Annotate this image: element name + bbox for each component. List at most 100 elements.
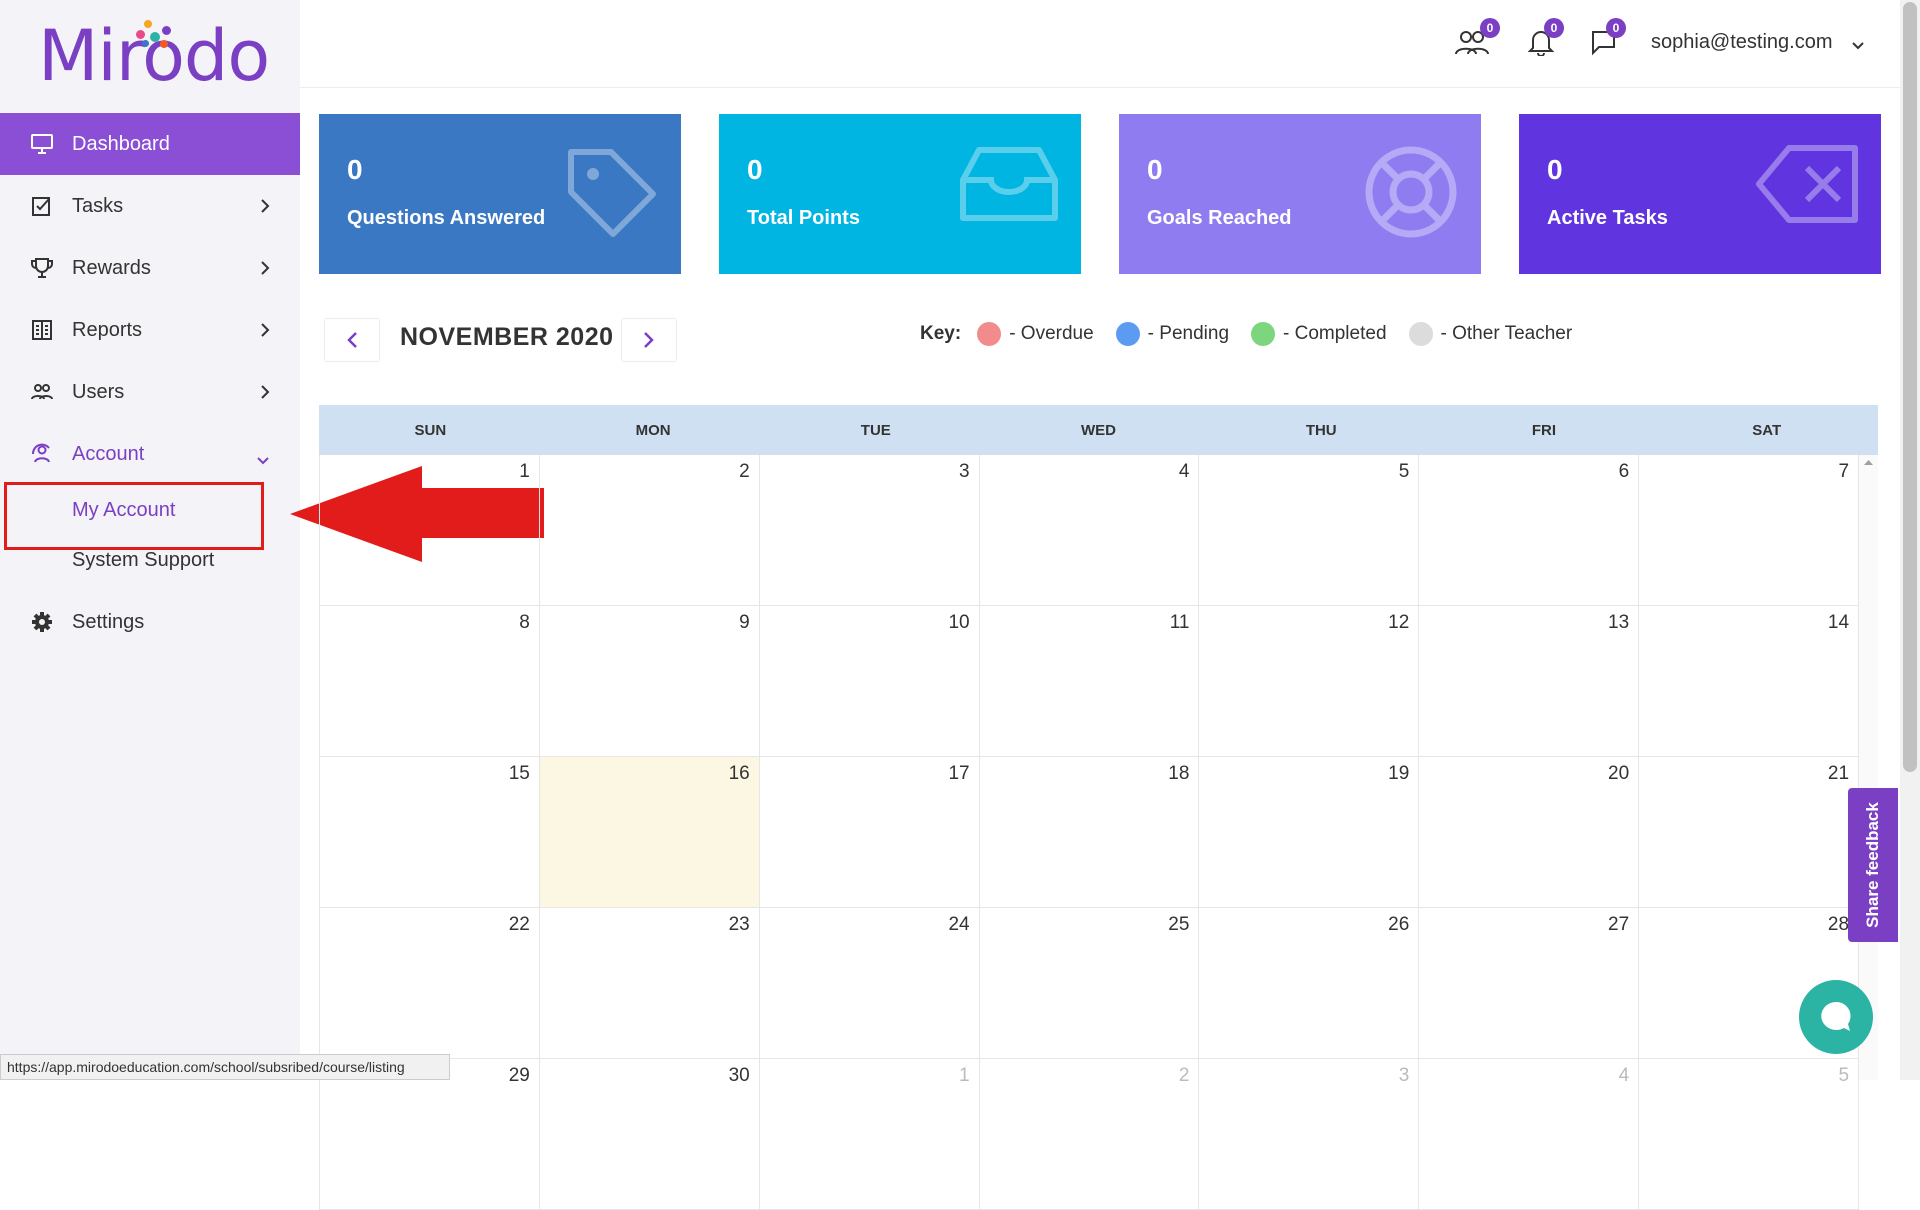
day-number: 4 [1178, 461, 1190, 482]
mirodo-logo[interactable]: Mirodo [38, 16, 270, 96]
day-number: 14 [1827, 612, 1850, 633]
messages-badge: 0 [1606, 18, 1626, 38]
calendar-day-cell[interactable]: 12 [1199, 606, 1420, 757]
calendar-day-cell[interactable]: 9 [539, 606, 760, 757]
sidebar-item-label: Account [72, 442, 145, 465]
calendar-day-cell[interactable]: 3 [1199, 1059, 1420, 1210]
next-month-button[interactable] [621, 318, 677, 362]
inbox-icon [960, 147, 1058, 221]
stat-card-active-tasks[interactable]: 0 Active Tasks [1519, 114, 1881, 274]
sidebar-item-reports[interactable]: Reports [0, 299, 300, 361]
sidebar-item-rewards[interactable]: Rewards [0, 237, 300, 299]
sidebar-item-label: Settings [72, 610, 145, 633]
weekday-header: SUN [414, 421, 447, 439]
calendar-day-cell[interactable]: 24 [759, 908, 980, 1059]
stat-label: Total Points [747, 207, 860, 229]
user-menu[interactable]: sophia@testing.com [1651, 31, 1833, 54]
calendar-day-cell[interactable]: 18 [979, 757, 1200, 908]
day-number: 23 [728, 914, 750, 935]
day-number: 3 [959, 461, 970, 482]
share-feedback-label: Share feedback [1863, 802, 1882, 928]
stat-card-questions-answered[interactable]: 0 Questions Answered [319, 114, 681, 274]
notifications-button[interactable]: 0 [1527, 18, 1564, 61]
stat-label: Goals Reached [1147, 207, 1292, 229]
notifications-badge: 0 [1544, 18, 1564, 38]
sidebar-item-dashboard[interactable]: Dashboard [0, 113, 300, 175]
sidebar-item-users[interactable]: Users [0, 361, 300, 423]
day-number: 15 [508, 763, 530, 784]
top-header: 0 0 0 sophia@testing.com [300, 0, 1900, 88]
calendar-day-cell[interactable]: 26 [1199, 908, 1420, 1059]
calendar-day-cell[interactable]: 30 [539, 1059, 760, 1210]
page-scrollbar-thumb[interactable] [1903, 2, 1917, 772]
calendar-scrollbar[interactable] [1859, 455, 1878, 1080]
day-number: 16 [728, 763, 750, 784]
calendar-day-cell[interactable]: 10 [759, 606, 980, 757]
calendar-day-cell[interactable]: 14 [1639, 606, 1860, 757]
chevron-right-icon [260, 321, 270, 344]
sidebar-item-tasks[interactable]: Tasks [0, 175, 300, 237]
calendar-day-cell[interactable]: 6 [1419, 455, 1640, 606]
calendar-day-cell[interactable]: 4 [979, 455, 1200, 606]
sidebar-item-settings[interactable]: Settings [0, 591, 300, 653]
lifebuoy-icon [1365, 146, 1457, 238]
stat-card-goals-reached[interactable]: 0 Goals Reached [1119, 114, 1481, 274]
chat-button[interactable] [1799, 980, 1873, 1054]
calendar-day-cell[interactable]: 8 [319, 606, 540, 757]
calendar-day-cell[interactable]: 5 [1639, 1059, 1860, 1210]
calendar-day-cell[interactable]: 25 [979, 908, 1200, 1059]
calendar-day-cell[interactable]: 29 [319, 1059, 540, 1210]
account-icon [30, 442, 54, 466]
key-item-overdue: - Overdue [1009, 323, 1094, 344]
calendar-day-cell[interactable]: 20 [1419, 757, 1640, 908]
weekday-header: THU [1305, 421, 1337, 439]
calendar-day-cell[interactable]: 1 [319, 455, 540, 606]
calendar-day-cell[interactable]: 11 [979, 606, 1200, 757]
stat-label: Active Tasks [1547, 207, 1668, 229]
stat-label: Questions Answered [347, 207, 546, 229]
calendar-day-cell[interactable]: 4 [1419, 1059, 1640, 1210]
prev-month-button[interactable] [324, 318, 380, 362]
weekday-header: FRI [1531, 421, 1557, 439]
calendar-day-cell[interactable]: 16 [539, 757, 760, 908]
stat-value: 0 [1147, 154, 1163, 185]
key-item-other-teacher: - Other Teacher [1440, 323, 1573, 344]
calendar-day-cell[interactable]: 1 [759, 1059, 980, 1210]
day-number: 4 [1618, 1065, 1630, 1086]
calendar-day-cell[interactable]: 21 [1639, 757, 1860, 908]
calendar-day-cell[interactable]: 3 [759, 455, 980, 606]
backspace-icon [1756, 145, 1858, 223]
share-feedback-button[interactable]: Share feedback [1848, 788, 1898, 942]
stat-value: 0 [1547, 154, 1563, 185]
stat-card-total-points[interactable]: 0 Total Points [719, 114, 1081, 274]
calendar-day-cell[interactable]: 2 [539, 455, 760, 606]
day-number: 5 [1838, 1065, 1850, 1086]
stat-value: 0 [747, 154, 763, 185]
chevron-down-icon[interactable] [1852, 37, 1864, 55]
calendar-day-cell[interactable]: 23 [539, 908, 760, 1059]
calendar-day-cell[interactable]: 2 [979, 1059, 1200, 1210]
calendar-day-cell[interactable]: 17 [759, 757, 980, 908]
highlight-box [4, 482, 264, 550]
trophy-icon [30, 256, 54, 280]
users-notification-button[interactable]: 0 [1454, 18, 1500, 61]
calendar-day-cell[interactable]: 27 [1419, 908, 1640, 1059]
sidebar-item-account[interactable]: Account [0, 423, 300, 485]
calendar-day-cell[interactable]: 7 [1639, 455, 1860, 606]
chevron-right-icon [260, 197, 270, 220]
day-number: 21 [1827, 763, 1850, 784]
calendar-day-cell[interactable]: 19 [1199, 757, 1420, 908]
calendar-day-cell[interactable]: 13 [1419, 606, 1640, 757]
messages-button[interactable]: 0 [1590, 18, 1626, 61]
day-number: 18 [1168, 763, 1190, 784]
day-number: 1 [519, 461, 530, 482]
calendar-day-cell[interactable]: 15 [319, 757, 540, 908]
day-number: 9 [739, 612, 750, 633]
calendar-day-cell[interactable]: 22 [319, 908, 540, 1059]
calendar-day-cell[interactable]: 5 [1199, 455, 1420, 606]
day-number: 11 [1169, 612, 1190, 633]
browser-status-url: https://app.mirodoeducation.com/school/s… [0, 1054, 450, 1080]
day-number: 3 [1398, 1065, 1410, 1086]
weekday-header: WED [1081, 421, 1117, 439]
monitor-icon [30, 132, 54, 156]
